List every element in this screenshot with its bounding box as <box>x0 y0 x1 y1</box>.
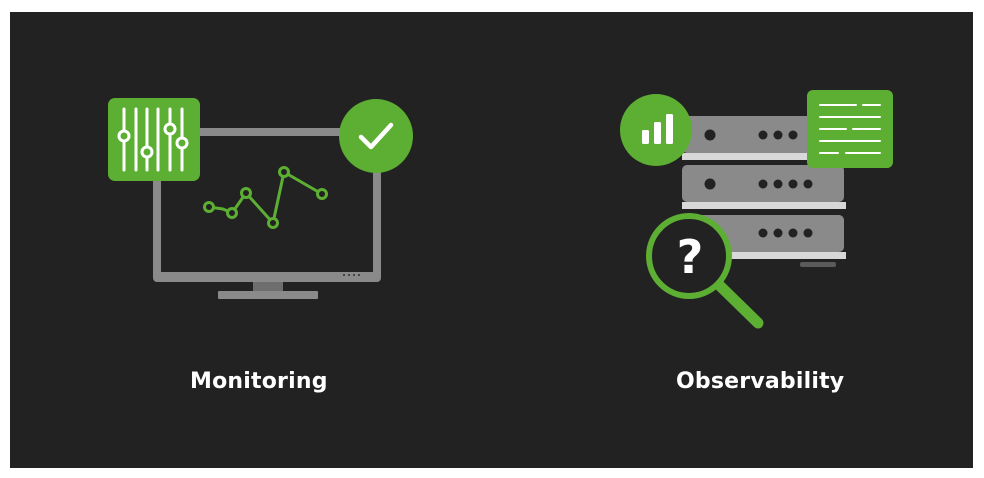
log-document-icon <box>807 90 893 168</box>
question-mark: ? <box>677 230 704 284</box>
observability-caption: Observability <box>676 369 845 394</box>
observability-illustration: ? <box>620 90 893 329</box>
bar-chart-icon <box>620 94 692 166</box>
monitoring-caption: Monitoring <box>190 369 328 394</box>
illustration-panel: ? Monitoring Observability <box>10 12 973 468</box>
